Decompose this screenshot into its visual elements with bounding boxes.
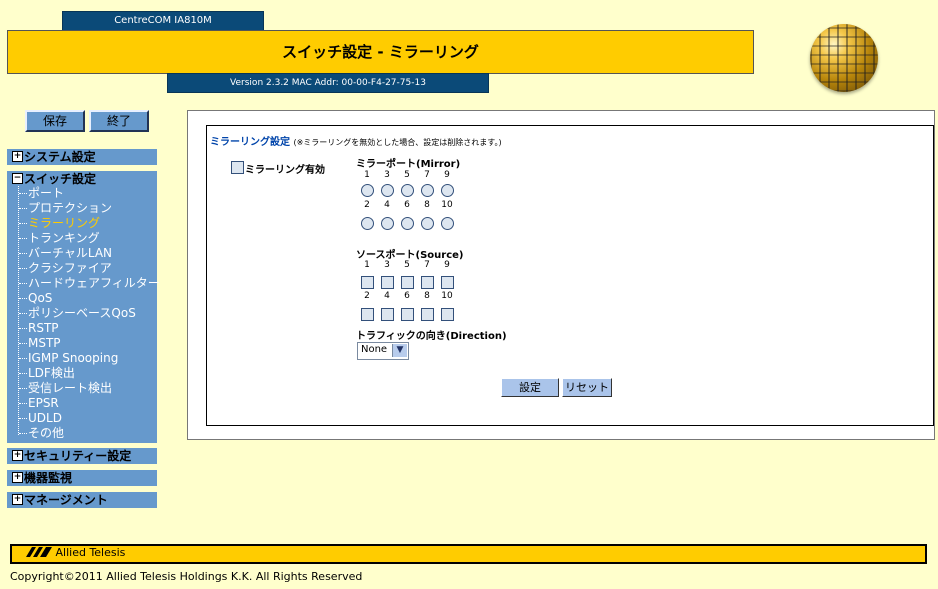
port-number: 9	[444, 260, 450, 270]
sidebar-item-protection[interactable]: プロテクション	[19, 201, 112, 216]
globe-logo-icon	[810, 24, 878, 92]
mirror-port-radio-5[interactable]	[401, 184, 414, 197]
mirror-port-radio-3[interactable]	[381, 184, 394, 197]
mirror-port-radio-7[interactable]	[421, 184, 434, 197]
direction-value: None	[361, 344, 388, 355]
sidebar-item-port[interactable]: ポート	[19, 186, 64, 201]
port-number: 3	[384, 170, 390, 180]
source-port-checkbox-10[interactable]	[441, 308, 454, 321]
version-info: Version 2.3.2 MAC Addr: 00-00-F4-27-75-1…	[167, 73, 489, 93]
source-port-checkbox-7[interactable]	[421, 276, 434, 289]
sidebar-item-udld[interactable]: UDLD	[19, 411, 62, 426]
menu-label: スイッチ設定	[24, 172, 97, 186]
mirroring-enable-checkbox[interactable]	[231, 161, 244, 174]
footer-bar	[10, 544, 927, 564]
menu-switch-settings[interactable]: − スイッチ設定	[7, 171, 157, 187]
port-number: 9	[444, 170, 450, 180]
port-number: 6	[404, 291, 410, 301]
logo-mark-icon	[26, 547, 52, 557]
port-number: 4	[384, 200, 390, 210]
expand-icon[interactable]: +	[12, 472, 23, 483]
mirror-port-radio-2[interactable]	[361, 217, 374, 230]
sidebar-item-qos[interactable]: QoS	[19, 291, 52, 306]
mirror-port-label: ミラーポート(Mirror)	[356, 159, 461, 170]
menu-security-settings[interactable]: + セキュリティー設定	[7, 448, 157, 464]
port-number: 6	[404, 200, 410, 210]
section-title-text: ミラーリング設定	[210, 137, 290, 148]
reset-button[interactable]: リセット	[562, 378, 612, 397]
port-number: 8	[424, 200, 430, 210]
mirror-port-radio-1[interactable]	[361, 184, 374, 197]
sidebar-item-other[interactable]: その他	[19, 426, 64, 441]
source-port-checkbox-2[interactable]	[361, 308, 374, 321]
mirror-port-radio-6[interactable]	[401, 217, 414, 230]
page-title: スイッチ設定 - ミラーリング	[7, 30, 754, 74]
model-name-tab: CentreCOM IA810M	[62, 11, 264, 31]
port-number: 10	[441, 291, 453, 301]
port-number: 1	[364, 170, 370, 180]
port-number: 5	[404, 170, 410, 180]
mirroring-enable-label: ミラーリング有効	[245, 165, 325, 176]
allied-telesis-logo: Allied Telesis	[26, 546, 125, 560]
direction-label: トラフィックの向き(Direction)	[356, 331, 507, 342]
port-number: 8	[424, 291, 430, 301]
sidebar-item-rstp[interactable]: RSTP	[19, 321, 59, 336]
port-number: 2	[364, 200, 370, 210]
expand-icon[interactable]: +	[12, 494, 23, 505]
source-port-checkbox-3[interactable]	[381, 276, 394, 289]
port-number: 1	[364, 260, 370, 270]
menu-device-monitoring[interactable]: + 機器監視	[7, 470, 157, 486]
sidebar-item-hardware-filter[interactable]: ハードウェアフィルター	[19, 276, 160, 291]
sidebar-item-classifier[interactable]: クラシファイア	[19, 261, 112, 276]
exit-button[interactable]: 終了	[89, 110, 149, 132]
port-number: 2	[364, 291, 370, 301]
sidebar-item-epsr[interactable]: EPSR	[19, 396, 59, 411]
menu-management[interactable]: + マネージメント	[7, 492, 157, 508]
sidebar-item-rx-rate[interactable]: 受信レート検出	[19, 381, 112, 396]
expand-icon[interactable]: +	[12, 450, 23, 461]
source-port-checkbox-9[interactable]	[441, 276, 454, 289]
mirror-port-radio-4[interactable]	[381, 217, 394, 230]
sidebar-item-mstp[interactable]: MSTP	[19, 336, 61, 351]
section-title: ミラーリング設定 (※ミラーリングを無効とした場合、設定は削除されます。)	[210, 133, 502, 148]
sidebar-item-mirroring[interactable]: ミラーリング	[19, 216, 100, 231]
menu-label: セキュリティー設定	[24, 449, 132, 463]
menu-label: マネージメント	[24, 493, 108, 507]
port-number: 7	[424, 170, 430, 180]
port-number: 7	[424, 260, 430, 270]
mirror-port-radio-8[interactable]	[421, 217, 434, 230]
sidebar-item-vlan[interactable]: バーチャルLAN	[19, 246, 112, 261]
section-note: (※ミラーリングを無効とした場合、設定は削除されます。)	[293, 138, 502, 147]
source-port-checkbox-8[interactable]	[421, 308, 434, 321]
source-port-checkbox-4[interactable]	[381, 308, 394, 321]
menu-system-settings[interactable]: + システム設定	[7, 149, 157, 165]
source-port-checkbox-1[interactable]	[361, 276, 374, 289]
port-number: 10	[441, 200, 453, 210]
logo-text: Allied Telesis	[55, 546, 126, 559]
switch-submenu: ポート プロテクション ミラーリング トランキング バーチャルLAN クラシファ…	[7, 186, 160, 443]
port-number: 3	[384, 260, 390, 270]
menu-label: 機器監視	[24, 471, 73, 485]
source-port-checkbox-6[interactable]	[401, 308, 414, 321]
source-port-label: ソースポート(Source)	[356, 250, 464, 261]
apply-button[interactable]: 設定	[501, 378, 559, 397]
direction-select[interactable]: None ▼	[357, 342, 409, 360]
collapse-icon[interactable]: −	[12, 173, 23, 184]
mirror-port-radio-9[interactable]	[441, 184, 454, 197]
copyright-text: Copyright©2011 Allied Telesis Holdings K…	[10, 570, 363, 583]
sidebar-item-igmp-snooping[interactable]: IGMP Snooping	[19, 351, 118, 366]
sidebar-item-policy-qos[interactable]: ポリシーベースQoS	[19, 306, 136, 321]
expand-icon[interactable]: +	[12, 151, 23, 162]
save-button[interactable]: 保存	[25, 110, 85, 132]
menu-label: システム設定	[24, 150, 96, 164]
port-number: 5	[404, 260, 410, 270]
sidebar-item-trunking[interactable]: トランキング	[19, 231, 100, 246]
port-number: 4	[384, 291, 390, 301]
source-port-checkbox-5[interactable]	[401, 276, 414, 289]
chevron-down-icon[interactable]: ▼	[392, 344, 407, 357]
mirror-port-radio-10[interactable]	[441, 217, 454, 230]
sidebar-item-ldf[interactable]: LDF検出	[19, 366, 75, 381]
